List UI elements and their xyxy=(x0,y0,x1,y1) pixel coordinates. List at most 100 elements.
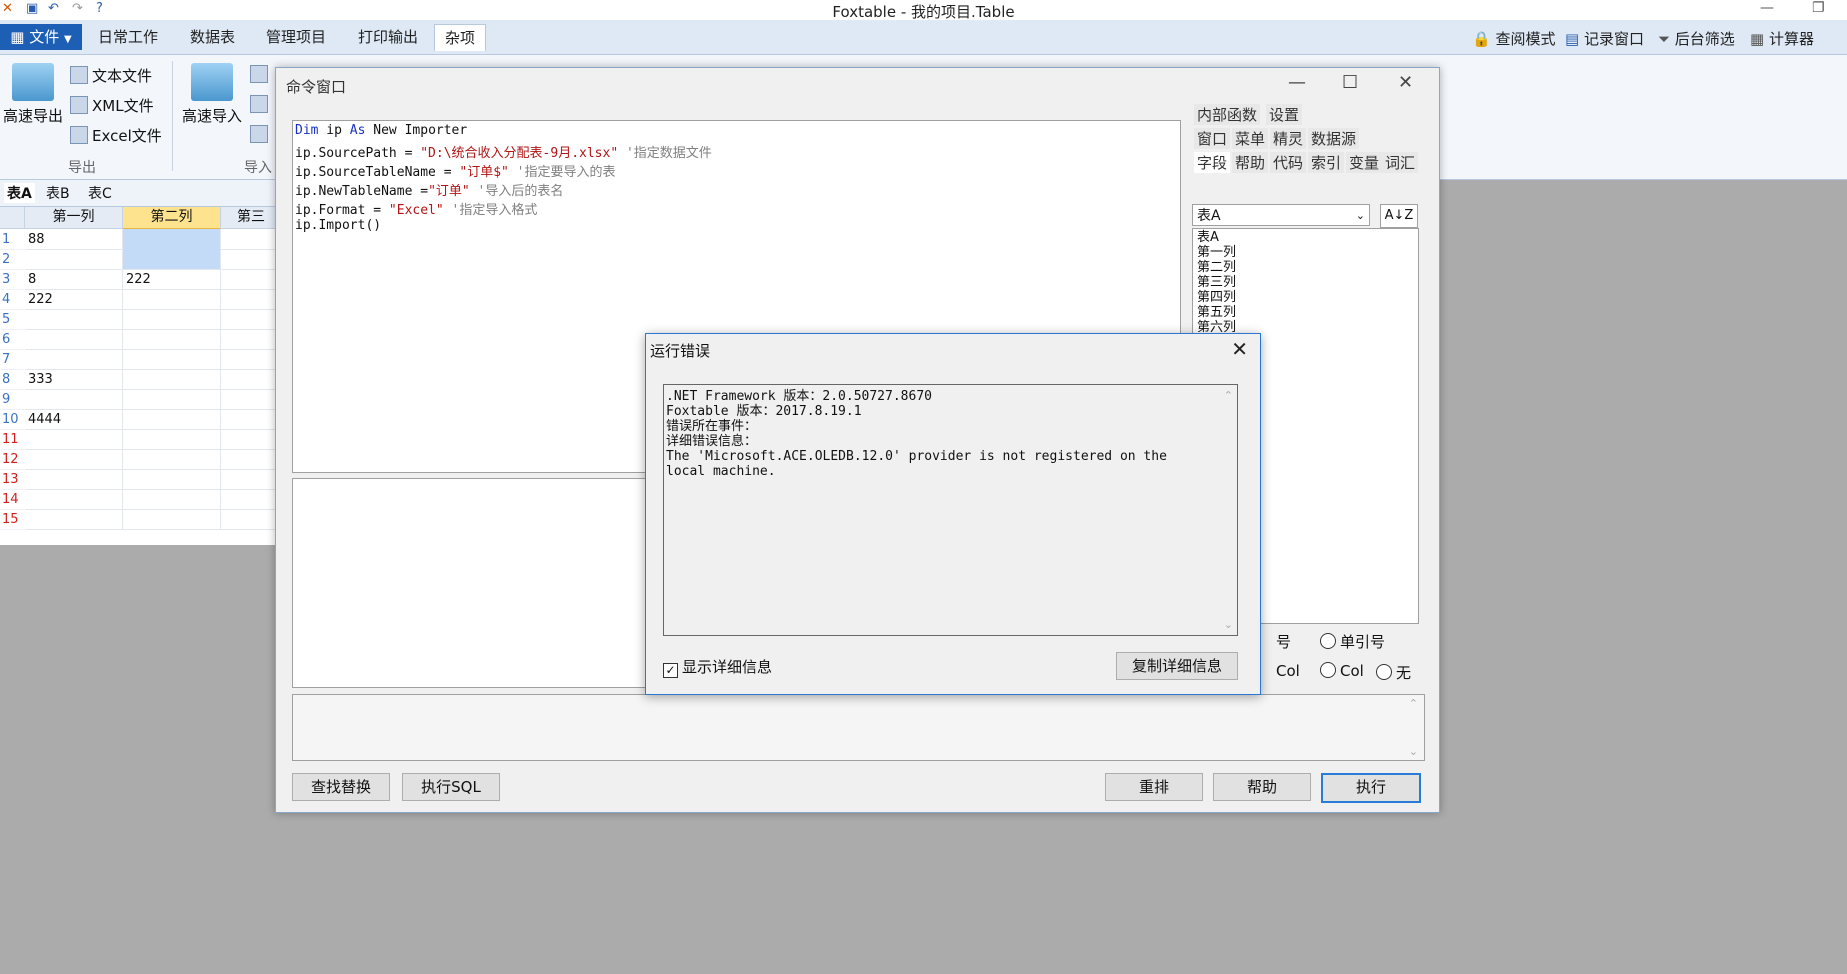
restore-icon[interactable]: ❐ xyxy=(1812,0,1825,16)
list-item[interactable]: 第二列 xyxy=(1197,261,1236,275)
tab-index[interactable]: 索引 xyxy=(1308,152,1345,173)
row-number[interactable]: 2 xyxy=(0,249,24,270)
radio-single-quote[interactable]: 单引号 xyxy=(1320,631,1385,652)
sheet-tab-c[interactable]: 表C xyxy=(88,183,112,203)
import-small-icon-1[interactable] xyxy=(250,65,272,84)
row-number[interactable]: 15 xyxy=(0,509,24,530)
lookup-mode-button[interactable]: 🔒 查阅模式 xyxy=(1472,28,1555,49)
table-cell[interactable] xyxy=(221,289,276,310)
table-cell[interactable] xyxy=(123,429,221,450)
export-excel-file-button[interactable]: Excel文件 xyxy=(70,125,162,146)
tab-fields[interactable]: 字段 xyxy=(1194,152,1231,173)
table-cell[interactable] xyxy=(123,389,221,410)
table-cell[interactable] xyxy=(221,449,276,470)
row-number[interactable]: 9 xyxy=(0,389,24,410)
tab-data-table[interactable]: 数据表 xyxy=(180,24,245,50)
row-number[interactable]: 13 xyxy=(0,469,24,490)
table-cell[interactable] xyxy=(221,509,276,530)
table-cell[interactable]: 8 xyxy=(25,269,123,290)
row-number[interactable]: 7 xyxy=(0,349,24,370)
table-cell[interactable] xyxy=(25,469,123,490)
list-item[interactable]: 第五列 xyxy=(1197,306,1236,320)
row-number[interactable]: 12 xyxy=(0,449,24,470)
table-cell[interactable] xyxy=(221,469,276,490)
row-number[interactable]: 3 xyxy=(0,269,24,290)
export-xml-file-button[interactable]: XML文件 xyxy=(70,95,154,116)
file-menu-button[interactable]: ▦ 文件 ▼ xyxy=(0,24,82,50)
help-button[interactable]: 帮助 xyxy=(1213,773,1311,801)
grid-corner[interactable] xyxy=(0,207,25,229)
table-cell[interactable] xyxy=(25,449,123,470)
export-text-file-button[interactable]: 文本文件 xyxy=(70,65,152,86)
table-cell[interactable] xyxy=(221,409,276,430)
row-number[interactable]: 10 xyxy=(0,409,24,430)
row-number[interactable]: 4 xyxy=(0,289,24,310)
table-cell[interactable] xyxy=(123,289,221,310)
scroll-up-icon[interactable]: ⌃ xyxy=(1409,697,1418,710)
calculator-button[interactable]: ▦ 计算器 xyxy=(1750,28,1814,49)
record-window-button[interactable]: ▤ 记录窗口 xyxy=(1565,28,1644,49)
table-cell[interactable] xyxy=(123,249,221,270)
scroll-down-icon[interactable]: ⌄ xyxy=(1224,618,1233,631)
error-detail-box[interactable]: .NET Framework 版本：2.0.50727.8670 Foxtabl… xyxy=(663,384,1238,636)
close-icon[interactable]: ✕ xyxy=(1398,72,1413,93)
table-cell[interactable] xyxy=(123,449,221,470)
tab-settings[interactable]: 设置 xyxy=(1266,104,1303,125)
table-cell[interactable] xyxy=(123,409,221,430)
tab-variables[interactable]: 变量 xyxy=(1346,152,1383,173)
table-cell[interactable] xyxy=(25,249,123,270)
tab-misc[interactable]: 杂项 xyxy=(434,24,487,51)
background-filter-button[interactable]: ⏷ 后台筛选 xyxy=(1658,28,1735,49)
table-cell[interactable] xyxy=(123,309,221,330)
close-icon[interactable]: ✕ xyxy=(1231,337,1248,361)
table-select[interactable]: 表A ⌄ xyxy=(1192,204,1370,226)
tab-builtin-functions[interactable]: 内部函数 xyxy=(1194,104,1261,125)
table-cell[interactable]: 222 xyxy=(123,269,221,290)
table-cell[interactable] xyxy=(25,389,123,410)
copy-detail-button[interactable]: 复制详细信息 xyxy=(1116,652,1238,680)
tab-vocabulary[interactable]: 词汇 xyxy=(1382,152,1419,173)
scroll-up-icon[interactable]: ⌃ xyxy=(1224,389,1233,402)
radio-none[interactable]: 无 xyxy=(1376,662,1411,683)
import-small-icon-2[interactable] xyxy=(250,95,272,114)
table-cell[interactable] xyxy=(221,249,276,270)
table-cell[interactable] xyxy=(221,369,276,390)
column-header[interactable]: 第三 xyxy=(221,207,276,229)
scroll-down-icon[interactable]: ⌄ xyxy=(1409,745,1418,758)
column-header[interactable]: 第一列 xyxy=(25,207,123,229)
fast-export-button[interactable]: 高速导出 xyxy=(2,63,64,126)
table-cell[interactable] xyxy=(123,509,221,530)
radio-col-a[interactable]: Col xyxy=(1276,662,1300,680)
command-input[interactable]: ⌃ ⌄ xyxy=(292,694,1425,761)
sort-button[interactable]: A↓Z xyxy=(1380,204,1418,228)
list-item[interactable]: 第一列 xyxy=(1197,246,1236,260)
fast-import-button[interactable]: 高速导入 xyxy=(180,63,244,126)
row-number[interactable]: 6 xyxy=(0,329,24,350)
table-cell[interactable] xyxy=(221,269,276,290)
find-replace-button[interactable]: 查找替换 xyxy=(292,773,390,801)
table-cell[interactable] xyxy=(123,489,221,510)
tab-code[interactable]: 代码 xyxy=(1270,152,1307,173)
tab-print-output[interactable]: 打印输出 xyxy=(348,24,428,50)
table-cell[interactable] xyxy=(221,329,276,350)
table-cell[interactable] xyxy=(221,429,276,450)
minimize-icon[interactable]: — xyxy=(1760,0,1774,16)
sheet-tab-a[interactable]: 表A xyxy=(4,183,35,203)
data-grid[interactable]: 第一列 第二列 第三 1 88 2 3 8 222 4 222 5 6 7 8 333 9 10 4444 11… xyxy=(0,207,276,545)
table-cell[interactable] xyxy=(221,309,276,330)
table-cell[interactable]: 222 xyxy=(25,289,123,310)
table-cell[interactable] xyxy=(221,229,276,250)
row-number[interactable]: 5 xyxy=(0,309,24,330)
tab-daily-work[interactable]: 日常工作 xyxy=(88,24,168,50)
table-cell[interactable]: 4444 xyxy=(25,409,123,430)
tab-window[interactable]: 窗口 xyxy=(1194,128,1231,149)
table-cell[interactable]: 333 xyxy=(25,369,123,390)
show-detail-checkbox[interactable]: ✓ 显示详细信息 xyxy=(663,656,772,678)
table-cell[interactable] xyxy=(25,329,123,350)
table-cell[interactable] xyxy=(25,489,123,510)
table-cell[interactable] xyxy=(123,349,221,370)
row-number[interactable]: 14 xyxy=(0,489,24,510)
row-number[interactable]: 11 xyxy=(0,429,24,450)
table-cell[interactable] xyxy=(25,349,123,370)
row-number[interactable]: 8 xyxy=(0,369,24,390)
